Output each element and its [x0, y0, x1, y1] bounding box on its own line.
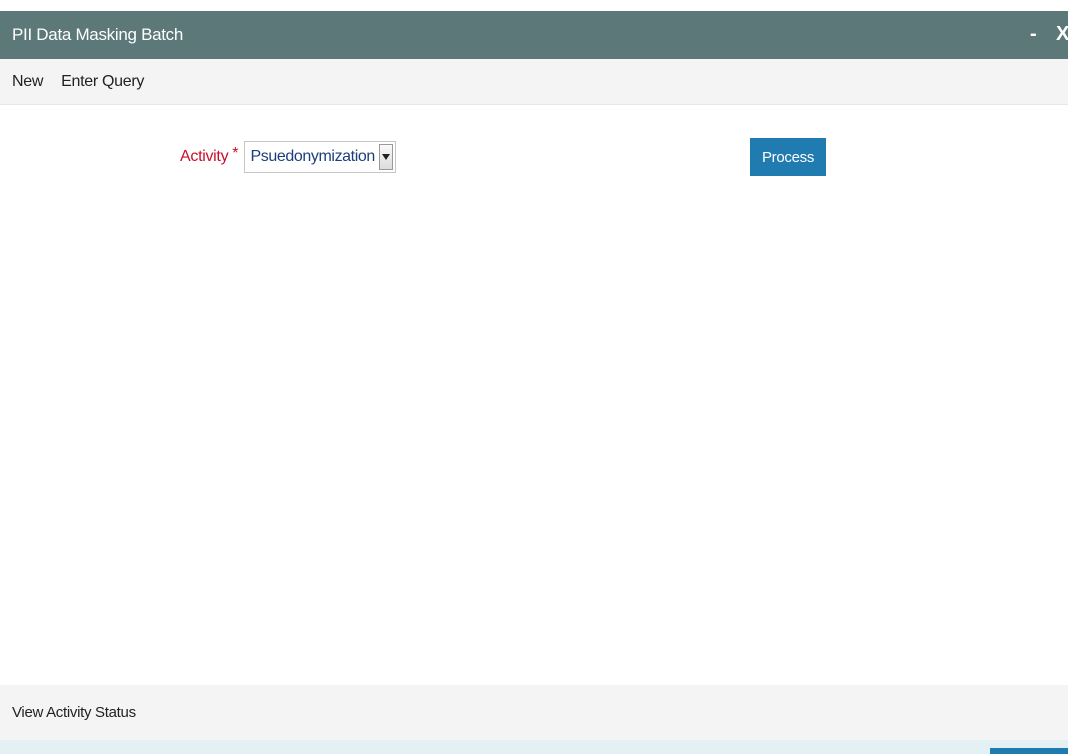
- new-button[interactable]: New: [12, 73, 43, 91]
- enter-query-button[interactable]: Enter Query: [61, 73, 144, 91]
- footer-action-button[interactable]: [990, 748, 1068, 754]
- chevron-down-icon[interactable]: [378, 144, 393, 170]
- bottom-action-bar: View Activity Status: [0, 685, 1068, 740]
- process-button[interactable]: Process: [750, 138, 826, 176]
- window-title: PII Data Masking Batch: [12, 25, 184, 44]
- view-activity-status-button[interactable]: View Activity Status: [12, 704, 136, 721]
- close-button[interactable]: X: [1056, 23, 1068, 45]
- activity-form-row: Activity * Psuedonymization: [180, 141, 396, 173]
- toolbar: New Enter Query: [0, 59, 1068, 105]
- window-titlebar: PII Data Masking Batch - X: [0, 11, 1068, 59]
- activity-select-value: Psuedonymization: [250, 148, 376, 165]
- minimize-button[interactable]: -: [1030, 23, 1037, 45]
- required-marker: *: [232, 145, 239, 162]
- activity-label: Activity: [180, 148, 229, 165]
- footer-strip: [0, 740, 1068, 754]
- activity-select[interactable]: Psuedonymization: [243, 141, 396, 173]
